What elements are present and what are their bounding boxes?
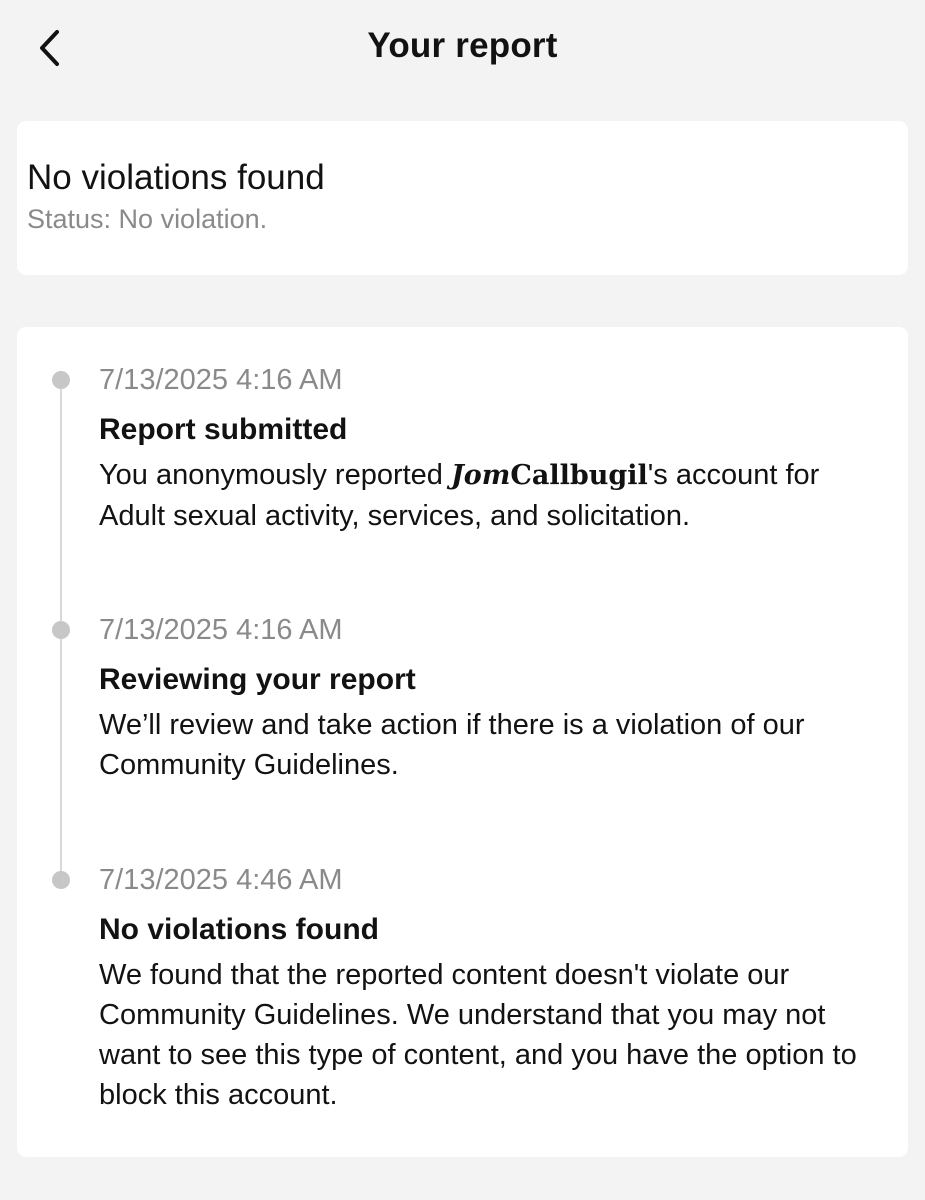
timeline-entry-title: Reviewing your report (99, 663, 416, 696)
username-initials: Jom (451, 460, 511, 491)
timeline-entry-body: You anonymously reported JomCallbugil's … (99, 455, 889, 536)
timeline-card: 7/13/2025 4:16 AM Report submitted You a… (17, 327, 908, 1157)
timeline-entry-date: 7/13/2025 4:16 AM (99, 614, 343, 646)
username-rest: Callbugil (510, 460, 648, 491)
timeline-entry-result: 7/13/2025 4:46 AM No violations found We… (99, 863, 889, 1115)
page-title: Your report (367, 26, 558, 65)
timeline-dot (52, 621, 70, 639)
timeline-dot (52, 371, 70, 389)
status-title: No violations found (27, 158, 325, 197)
timeline-dot (52, 871, 70, 889)
body-prefix: You anonymously reported (99, 459, 451, 491)
timeline-entry-date: 7/13/2025 4:16 AM (99, 364, 343, 396)
timeline-entry-reviewing: 7/13/2025 4:16 AM Reviewing your report … (99, 613, 889, 785)
navigation-bar: Your report (0, 0, 925, 96)
timeline-entry-date: 7/13/2025 4:46 AM (99, 864, 343, 896)
reported-username: JomCallbugil (451, 460, 648, 491)
status-subtitle: Status: No violation. (27, 204, 268, 234)
timeline-entry-title: No violations found (99, 913, 379, 946)
status-card (17, 121, 908, 275)
timeline-entry-body: We found that the reported content doesn… (99, 959, 857, 1111)
timeline-entry-title: Report submitted (99, 413, 348, 446)
timeline-entry-submitted: 7/13/2025 4:16 AM Report submitted You a… (99, 363, 889, 536)
timeline-entry-body: We’ll review and take action if there is… (99, 709, 805, 781)
